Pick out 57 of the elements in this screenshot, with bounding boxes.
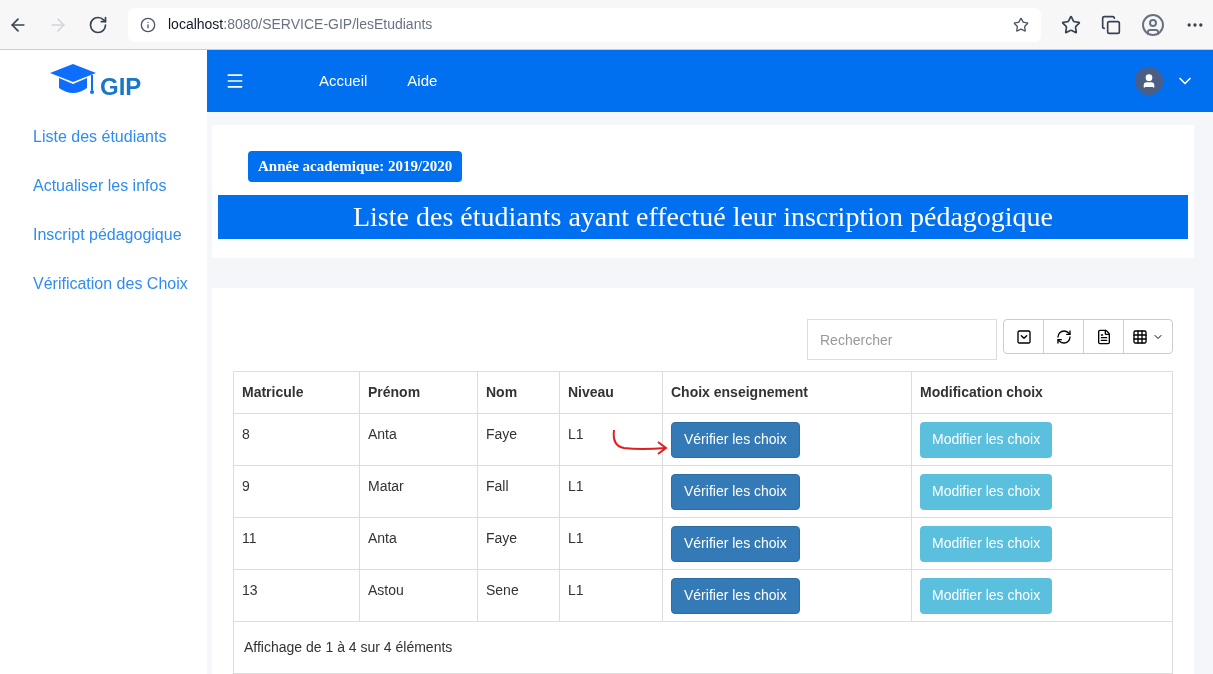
menu-icon[interactable] bbox=[225, 71, 245, 91]
column-header: Choix enseignement bbox=[671, 384, 808, 400]
column-header: Niveau bbox=[568, 384, 614, 400]
sidebar-link[interactable]: Actualiser les infos bbox=[0, 161, 207, 210]
table-cell: 11 bbox=[242, 530, 257, 546]
table-cell: Faye bbox=[486, 530, 518, 546]
page-title: Liste des étudiants ayant effectué leur inscription pédagogique bbox=[218, 194, 1188, 239]
table-cell: L1 bbox=[568, 426, 584, 442]
modify-choices-button[interactable]: Modifier les choix bbox=[920, 525, 1053, 562]
modify-choices-button[interactable]: Modifier les choix bbox=[920, 421, 1053, 458]
table-cell: Faye bbox=[486, 426, 518, 442]
sidebar-link[interactable]: Liste des étudiants bbox=[0, 112, 207, 161]
nav-link[interactable]: Accueil bbox=[319, 69, 368, 93]
modify-choices-button[interactable]: Modifier les choix bbox=[920, 473, 1053, 510]
grid-icon bbox=[1132, 328, 1148, 345]
table-cell: 13 bbox=[242, 582, 258, 598]
table-cell: L1 bbox=[568, 582, 584, 598]
column-header: Matricule bbox=[242, 384, 304, 400]
pagination-info: Affichage de 1 à 4 sur 4 éléments bbox=[244, 639, 453, 655]
address-bar[interactable]: localhost:8080/SERVICE-GIP/lesEtudiants bbox=[128, 7, 1041, 42]
modify-choices-button[interactable]: Modifier les choix bbox=[920, 577, 1053, 614]
table-cell: Sene bbox=[486, 582, 519, 598]
table-cell: Anta bbox=[368, 426, 397, 442]
user-avatar[interactable] bbox=[1135, 67, 1163, 95]
verify-choices-button[interactable]: Vérifier les choix bbox=[671, 525, 800, 562]
column-header: Modification choix bbox=[920, 384, 1043, 400]
nav-link[interactable]: Aide bbox=[407, 69, 438, 93]
table-cell: Anta bbox=[368, 530, 397, 546]
academic-year-badge: Année academique: 2019/2020 bbox=[248, 151, 463, 182]
column-header: Nom bbox=[486, 384, 518, 400]
url-text: localhost:8080/SERVICE-GIP/lesEtudiants bbox=[168, 15, 433, 34]
column-header: Prénom bbox=[368, 384, 421, 400]
search-field[interactable]: Rechercher bbox=[807, 319, 997, 360]
table-cell: L1 bbox=[568, 478, 584, 494]
verify-choices-button[interactable]: Vérifier les choix bbox=[671, 421, 800, 458]
collections-icon[interactable] bbox=[1101, 14, 1121, 35]
table-cell: 9 bbox=[242, 478, 250, 494]
logo-text: GIP bbox=[100, 72, 142, 102]
toggle-icon bbox=[1015, 328, 1032, 345]
profile-icon[interactable] bbox=[1141, 12, 1165, 37]
reload-icon[interactable] bbox=[88, 14, 108, 35]
table-cell: Matar bbox=[368, 478, 404, 494]
sidebar-link[interactable]: Inscript pédagogique bbox=[0, 210, 207, 259]
favorites-icon[interactable] bbox=[1061, 14, 1081, 35]
verify-choices-button[interactable]: Vérifier les choix bbox=[671, 577, 800, 614]
table-cell: Fall bbox=[486, 478, 509, 494]
table-cell: 8 bbox=[242, 426, 250, 442]
refresh-icon bbox=[1055, 328, 1072, 345]
document-icon bbox=[1095, 328, 1112, 345]
add-favorite-icon[interactable] bbox=[1013, 16, 1029, 33]
info-icon[interactable] bbox=[140, 16, 156, 33]
hand-drawn-arrow bbox=[610, 428, 670, 456]
verify-choices-button[interactable]: Vérifier les choix bbox=[671, 473, 800, 510]
user-icon bbox=[1141, 73, 1157, 89]
sidebar-link[interactable]: Vérification des Choix bbox=[0, 259, 207, 308]
table-cell: L1 bbox=[568, 530, 584, 546]
table-cell: Astou bbox=[368, 582, 404, 598]
